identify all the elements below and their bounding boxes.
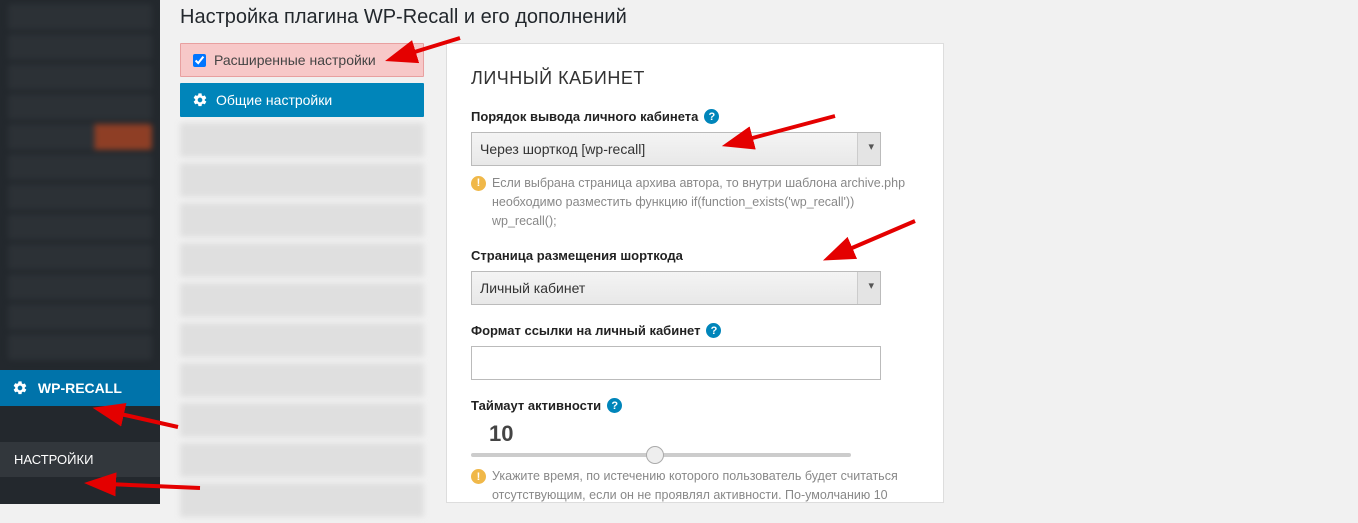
field-label: Страница размещения шорткода [471, 248, 683, 263]
field-note: Укажите время, по истечению которого пол… [492, 467, 919, 503]
timeout-slider[interactable] [471, 453, 851, 457]
sidebar-item-blur [8, 34, 152, 60]
sidebar-item-blur [8, 304, 152, 330]
panel-heading: ЛИЧНЫЙ КАБИНЕТ [471, 68, 919, 89]
sidebar-wp-recall-label: WP-RECALL [38, 380, 122, 396]
help-icon[interactable]: ? [607, 398, 622, 413]
gear-icon [192, 92, 208, 108]
slider-thumb[interactable] [646, 446, 664, 464]
page-title: Настройка плагина WP-Recall и его дополн… [180, 6, 1358, 29]
settings-tabs: Расширенные настройки Общие настройки [180, 43, 424, 523]
field-label: Таймаут активности [471, 398, 601, 413]
warning-icon: ! [471, 469, 486, 484]
sidebar-item-blur [8, 94, 152, 120]
tab-blur [180, 483, 424, 517]
sidebar-item-blur [8, 274, 152, 300]
tab-extended-label: Расширенные настройки [214, 52, 376, 68]
sidebar-item-blur [8, 184, 152, 210]
tab-blur [180, 123, 424, 157]
tab-extended-settings[interactable]: Расширенные настройки [180, 43, 424, 77]
select-shortcode-page[interactable]: Личный кабинет [471, 271, 881, 305]
field-output-order: Порядок вывода личного кабинета ? Через … [471, 109, 919, 230]
tab-blur [180, 243, 424, 277]
field-link-format: Формат ссылки на личный кабинет ? [471, 323, 919, 380]
field-label: Формат ссылки на личный кабинет [471, 323, 700, 338]
tab-blur [180, 323, 424, 357]
settings-panel: ЛИЧНЫЙ КАБИНЕТ Порядок вывода личного ка… [446, 43, 944, 503]
tab-blur [180, 283, 424, 317]
wp-admin-sidebar: WP-RECALL НАСТРОЙКИ [0, 0, 160, 504]
tab-general-settings[interactable]: Общие настройки [180, 83, 424, 117]
sidebar-subitem-settings[interactable]: НАСТРОЙКИ [0, 442, 160, 477]
help-icon[interactable]: ? [706, 323, 721, 338]
sidebar-item-wp-recall[interactable]: WP-RECALL [0, 370, 160, 406]
field-note: Если выбрана страница архива автора, то … [492, 174, 919, 230]
sidebar-item-blur [8, 214, 152, 240]
gear-icon [12, 380, 28, 396]
tab-blur [180, 203, 424, 237]
tab-blur [180, 163, 424, 197]
field-timeout: Таймаут активности ? 10 ! Укажите время,… [471, 398, 919, 503]
field-label: Порядок вывода личного кабинета [471, 109, 698, 124]
sidebar-item-blur [8, 124, 152, 150]
settings-panel-wrap: ЛИЧНЫЙ КАБИНЕТ Порядок вывода личного ка… [446, 43, 944, 503]
sidebar-item-blur [8, 4, 152, 30]
sidebar-item-blur [8, 244, 152, 270]
sidebar-item-blur [8, 64, 152, 90]
tab-general-label: Общие настройки [216, 92, 332, 108]
tab-blur [180, 363, 424, 397]
help-icon[interactable]: ? [704, 109, 719, 124]
select-output-order[interactable]: Через шорткод [wp-recall] [471, 132, 881, 166]
input-link-format[interactable] [471, 346, 881, 380]
content-wrap: Настройка плагина WP-Recall и его дополн… [180, 0, 1358, 504]
extended-checkbox[interactable] [193, 54, 206, 67]
sidebar-item-blur [8, 334, 152, 360]
sidebar-item-blur [8, 154, 152, 180]
warning-icon: ! [471, 176, 486, 191]
tab-blur [180, 403, 424, 437]
field-shortcode-page: Страница размещения шорткода Личный каби… [471, 248, 919, 305]
tab-blur [180, 443, 424, 477]
timeout-value: 10 [489, 421, 919, 447]
